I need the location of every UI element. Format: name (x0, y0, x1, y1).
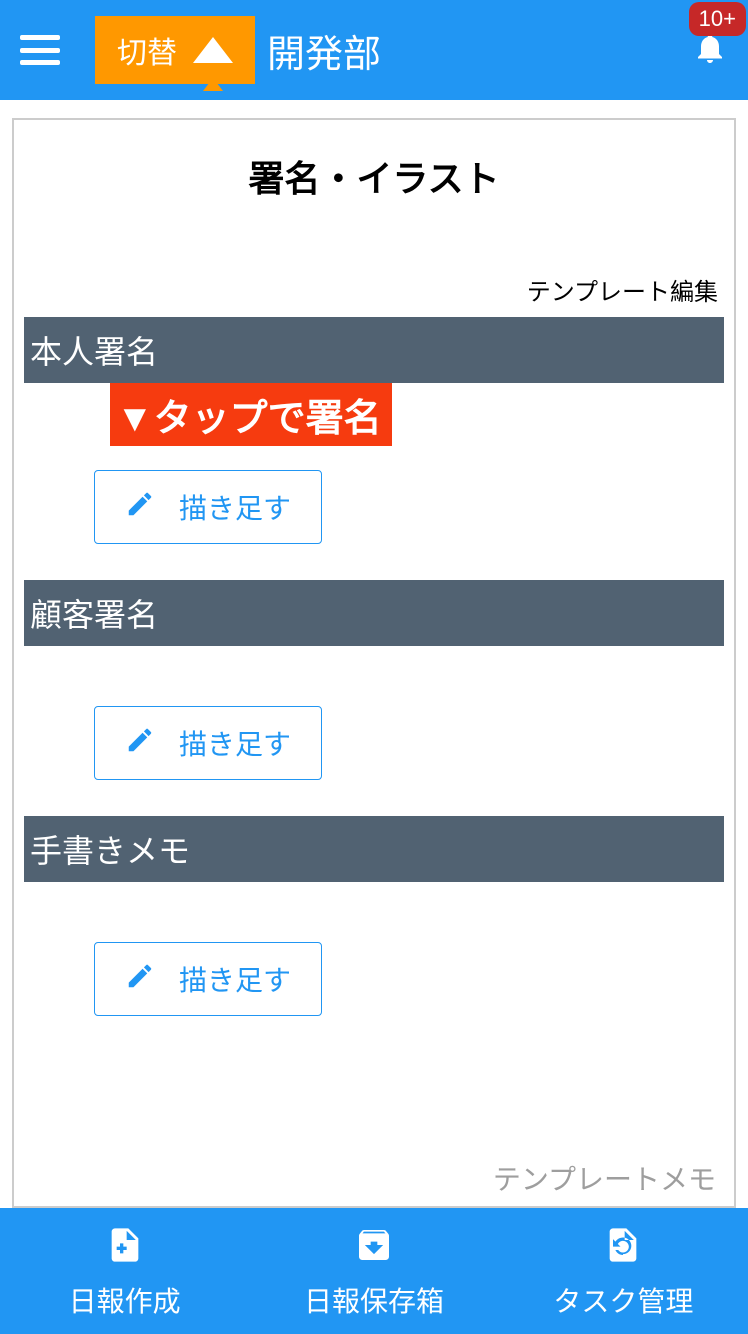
nav-label: 日報保存箱 (304, 1280, 444, 1320)
switch-label: 切替 (117, 28, 177, 72)
section-header-customer: 顧客署名 (24, 580, 724, 646)
template-memo-label: テンプレートメモ (24, 1154, 724, 1198)
pencil-icon (125, 961, 155, 998)
section-header-memo: 手書きメモ (24, 816, 724, 882)
switch-button[interactable]: 切替 (95, 16, 255, 84)
template-edit-link[interactable]: テンプレート編集 (24, 272, 724, 307)
content-area: 署名・イラスト テンプレート編集 本人署名 ▼タップで署名 描き足す 顧客署名 … (0, 100, 748, 1208)
tap-hint-label: ▼タップで署名 (110, 383, 392, 446)
nav-label: 日報作成 (69, 1280, 181, 1320)
bell-icon (692, 55, 728, 72)
page-title: 署名・イラスト (24, 150, 724, 202)
draw-button-customer[interactable]: 描き足す (94, 706, 322, 780)
draw-button-label: 描き足す (179, 959, 291, 999)
section-body-customer[interactable]: 描き足す (24, 646, 724, 816)
file-plus-icon (105, 1223, 145, 1272)
draw-button-label: 描き足す (179, 487, 291, 527)
draw-button-memo[interactable]: 描き足す (94, 942, 322, 1016)
nav-create-report[interactable]: 日報作成 (0, 1208, 249, 1334)
nav-saved-reports[interactable]: 日報保存箱 (249, 1208, 498, 1334)
signature-card: 署名・イラスト テンプレート編集 本人署名 ▼タップで署名 描き足す 顧客署名 … (12, 118, 736, 1208)
nav-task-management[interactable]: タスク管理 (499, 1208, 748, 1334)
notification-badge: 10+ (689, 2, 746, 36)
app-header: 切替 開発部 10+ (0, 0, 748, 100)
pencil-icon (125, 489, 155, 526)
menu-icon[interactable] (20, 35, 60, 65)
pencil-icon (125, 725, 155, 762)
nav-label: タスク管理 (553, 1280, 693, 1320)
triangle-up-icon (193, 37, 233, 63)
section-header-self: 本人署名 (24, 317, 724, 383)
section-body-memo[interactable]: 描き足す (24, 882, 724, 1052)
notifications-button[interactable]: 10+ (692, 28, 728, 73)
draw-button-self[interactable]: 描き足す (94, 470, 322, 544)
section-body-self[interactable]: ▼タップで署名 描き足す (24, 383, 724, 580)
bottom-nav: 日報作成 日報保存箱 タスク管理 (0, 1208, 748, 1334)
draw-button-label: 描き足す (179, 723, 291, 763)
header-title: 開発部 (267, 23, 381, 78)
restore-icon (603, 1223, 643, 1272)
archive-icon (354, 1223, 394, 1272)
